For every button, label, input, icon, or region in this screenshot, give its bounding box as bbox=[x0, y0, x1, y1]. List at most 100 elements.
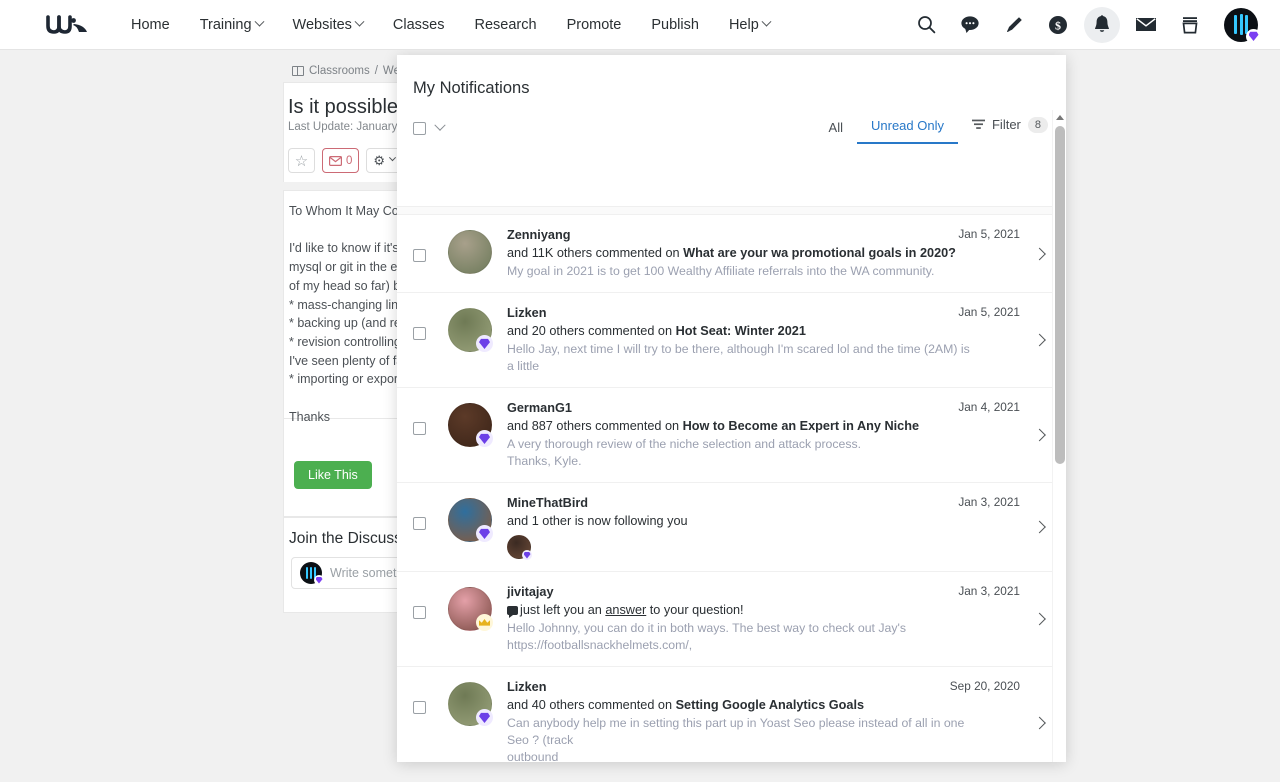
notification-thread-title[interactable]: What are your wa promotional goals in 20… bbox=[683, 246, 956, 260]
avatar[interactable] bbox=[448, 230, 492, 274]
notification-action: just left you an answer to your question… bbox=[507, 601, 980, 620]
list-top-band bbox=[397, 207, 1066, 215]
nav-icon-group: $ bbox=[908, 6, 1261, 44]
archive-icon[interactable] bbox=[1172, 7, 1208, 43]
follower-avatar-group bbox=[507, 535, 980, 560]
message-count-button[interactable]: 0 bbox=[322, 148, 360, 173]
tab-all[interactable]: All bbox=[815, 114, 857, 144]
follower-avatar[interactable] bbox=[507, 535, 532, 560]
chevron-down-icon bbox=[761, 16, 772, 27]
nav-item-help[interactable]: Help bbox=[714, 11, 785, 39]
notification-action: and 20 others commented on Hot Seat: Win… bbox=[507, 324, 806, 338]
search-icon[interactable] bbox=[908, 7, 944, 43]
scrollbar-up-arrow[interactable] bbox=[1053, 110, 1066, 124]
notification-row[interactable]: jivitajay just left you an answer to your… bbox=[397, 572, 1066, 667]
notification-thread-title[interactable]: How to Become an Expert in Any Niche bbox=[683, 419, 919, 433]
envelope-icon[interactable] bbox=[1128, 7, 1164, 43]
scrollbar-thumb[interactable] bbox=[1055, 126, 1065, 464]
filter-label: Filter bbox=[991, 117, 1021, 132]
last-update-text: Last Update: January 0 bbox=[288, 121, 407, 133]
envelope-icon bbox=[329, 155, 342, 166]
nav-label: Publish bbox=[651, 16, 699, 33]
avatar[interactable] bbox=[448, 498, 493, 542]
discussion-title: Join the Discuss bbox=[289, 530, 402, 547]
nav-label: Training bbox=[199, 16, 252, 33]
nav-label: Classes bbox=[392, 16, 445, 33]
notification-date: Jan 3, 2021 bbox=[958, 495, 1020, 509]
notification-row[interactable]: MineThatBird and 1 other is now following… bbox=[397, 483, 1066, 572]
notification-snippet: My goal in 2021 is to get 100 Wealthy Af… bbox=[507, 264, 935, 278]
gem-badge-icon bbox=[1246, 28, 1261, 44]
notifications-title: My Notifications bbox=[413, 79, 530, 97]
nav-label: Websites bbox=[292, 16, 352, 33]
notification-snippet: Can anybody help me in setting this part… bbox=[507, 716, 965, 747]
nav-item-promote[interactable]: Promote bbox=[552, 11, 637, 39]
filter-button[interactable]: Filter 8 bbox=[971, 116, 1048, 140]
like-this-button[interactable]: Like This bbox=[294, 461, 372, 489]
notification-checkbox[interactable] bbox=[413, 327, 426, 340]
select-all-checkbox[interactable] bbox=[413, 121, 426, 135]
gem-badge-icon bbox=[476, 709, 493, 726]
avatar[interactable] bbox=[448, 403, 493, 447]
breadcrumb-classrooms[interactable]: Classrooms bbox=[309, 65, 370, 77]
chevron-down-icon[interactable] bbox=[434, 119, 446, 131]
scrollbar[interactable] bbox=[1052, 110, 1066, 762]
notification-username[interactable]: GermanG1 bbox=[507, 400, 980, 417]
avatar[interactable] bbox=[448, 308, 493, 352]
notification-row[interactable]: Lizken and 20 others commented on Hot Se… bbox=[397, 293, 1066, 388]
notification-checkbox[interactable] bbox=[413, 606, 426, 619]
nav-item-research[interactable]: Research bbox=[460, 11, 552, 39]
logo-bars-icon bbox=[1234, 14, 1248, 35]
chat-icon[interactable] bbox=[952, 7, 988, 43]
notification-row[interactable]: Lizken and 40 others commented on Settin… bbox=[397, 667, 1066, 762]
notification-username[interactable]: Lizken bbox=[507, 305, 980, 322]
nav-item-websites[interactable]: Websites bbox=[278, 11, 378, 39]
avatar[interactable] bbox=[1224, 7, 1261, 44]
notification-username[interactable]: Zenniyang bbox=[507, 227, 980, 244]
gem-badge-icon bbox=[522, 550, 532, 560]
avatar[interactable] bbox=[448, 682, 493, 726]
tab-unread-only[interactable]: Unread Only bbox=[857, 112, 958, 144]
pencil-icon[interactable] bbox=[996, 7, 1032, 43]
notification-snippet-line2: https://footballsnackhelmets.com/, bbox=[507, 638, 693, 652]
nav-item-publish[interactable]: Publish bbox=[636, 11, 714, 39]
triangle-up-icon bbox=[1056, 114, 1064, 120]
favorite-star-button[interactable]: ☆ bbox=[288, 148, 315, 173]
notifications-list[interactable]: Zenniyang and 11K others commented on Wh… bbox=[397, 206, 1066, 762]
svg-text:$: $ bbox=[1055, 18, 1061, 32]
notification-snippet: Hello Jay, next time I will try to be th… bbox=[507, 342, 970, 373]
book-icon bbox=[292, 65, 304, 76]
nav-item-training[interactable]: Training bbox=[185, 11, 278, 39]
notification-date: Jan 3, 2021 bbox=[958, 584, 1020, 598]
notification-thread-title[interactable]: Hot Seat: Winter 2021 bbox=[676, 324, 806, 338]
notification-username[interactable]: Lizken bbox=[507, 679, 980, 696]
notification-tabs: All Unread Only bbox=[815, 112, 958, 144]
notification-checkbox[interactable] bbox=[413, 517, 426, 530]
notification-username[interactable]: jivitajay bbox=[507, 584, 980, 601]
bell-icon[interactable] bbox=[1084, 6, 1120, 43]
notifications-modal: My Notifications All Unread Only Filter … bbox=[397, 55, 1066, 762]
wa-logo[interactable] bbox=[46, 12, 90, 38]
notification-action: and 11K others commented on What are you… bbox=[507, 246, 956, 260]
notification-snippet: A very thorough review of the niche sele… bbox=[507, 437, 862, 451]
notification-snippet-line2: Thanks, Kyle. bbox=[507, 454, 582, 468]
notification-checkbox[interactable] bbox=[413, 422, 426, 435]
avatar-image bbox=[448, 230, 492, 274]
notification-action: and 887 others commented on How to Becom… bbox=[507, 419, 920, 433]
notification-thread-title[interactable]: Setting Google Analytics Goals bbox=[676, 698, 864, 712]
notification-row[interactable]: GermanG1 and 887 others commented on How… bbox=[397, 388, 1066, 483]
notification-checkbox[interactable] bbox=[413, 701, 426, 714]
avatar[interactable] bbox=[448, 587, 493, 631]
notification-date: Jan 4, 2021 bbox=[958, 400, 1020, 414]
notification-link[interactable]: answer bbox=[605, 603, 646, 617]
article-action-bar: ☆ 0 ⚙ bbox=[288, 148, 403, 173]
notification-checkbox[interactable] bbox=[413, 249, 426, 262]
nav-item-classes[interactable]: Classes bbox=[378, 11, 460, 39]
notification-username[interactable]: MineThatBird bbox=[507, 495, 980, 512]
nav-item-home[interactable]: Home bbox=[116, 11, 185, 39]
notification-date: Jan 5, 2021 bbox=[958, 227, 1020, 241]
top-navigation-bar: Home Training Websites Classes Research … bbox=[0, 0, 1280, 50]
dollar-icon[interactable]: $ bbox=[1040, 7, 1076, 43]
notification-row[interactable]: Zenniyang and 11K others commented on Wh… bbox=[397, 215, 1066, 293]
notification-snippet: Hello Johnny, you can do it in both ways… bbox=[507, 621, 907, 635]
